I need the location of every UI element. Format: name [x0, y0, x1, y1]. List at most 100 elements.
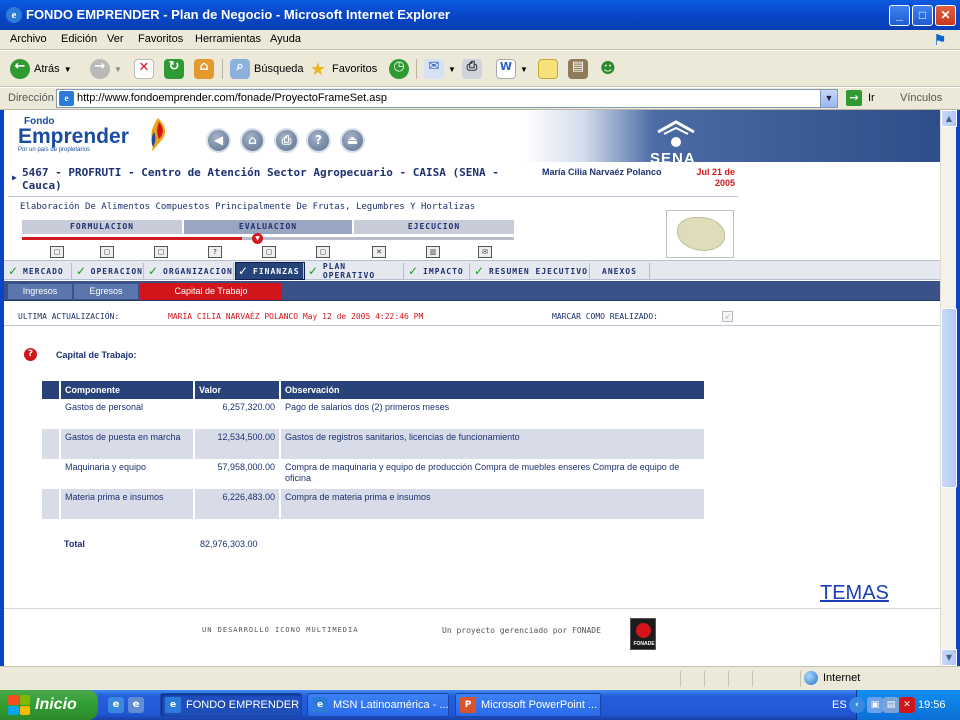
refresh-button[interactable]: ↻ — [164, 58, 184, 80]
tab-anexos[interactable]: ANEXOS — [592, 263, 650, 279]
subtab-capital-de-trabajo[interactable]: Capital de Trabajo — [140, 283, 282, 300]
back-dropdown-icon[interactable]: ▼ — [64, 65, 72, 74]
tab-label: ORGANIZACION — [163, 266, 233, 276]
antivirus-tray-icon[interactable]: ✕ — [899, 697, 915, 713]
favorites-button[interactable]: ★ Favoritos — [308, 58, 377, 80]
menu-ver[interactable]: Ver — [107, 33, 124, 45]
map-shape — [677, 217, 725, 251]
edit-dropdown-icon[interactable]: ▼ — [520, 65, 528, 74]
subtab-egresos[interactable]: Egresos — [74, 284, 138, 299]
forward-dropdown-icon[interactable]: ▼ — [114, 65, 122, 74]
globe-icon — [804, 671, 818, 685]
menu-ayuda[interactable]: Ayuda — [270, 33, 301, 45]
help-tool-icon[interactable]: ? — [208, 246, 222, 258]
check-icon: ✓ — [408, 264, 420, 278]
tab-label: RESUMEN EJECUTIVO — [489, 266, 588, 276]
back-button[interactable]: ← Atrás ▼ — [10, 58, 72, 80]
minimize-button[interactable]: _ — [889, 5, 910, 26]
status-cell — [752, 671, 753, 687]
search-button[interactable]: ⌕ Búsqueda — [230, 58, 304, 80]
tab-plan-operativo[interactable]: ✓ PLAN OPERATIVO — [306, 262, 404, 280]
document-tool-icon[interactable]: ▢ — [316, 246, 330, 258]
back-arrow-icon: ← — [10, 59, 30, 79]
start-button[interactable]: Inicio — [0, 690, 98, 720]
task-label: FONDO EMPRENDER ... — [186, 699, 302, 711]
task-msn[interactable]: e MSN Latinoamérica - ... — [307, 693, 449, 717]
phase-evaluacion[interactable]: EVALUACION — [184, 220, 352, 234]
network-tray-icon[interactable]: ▣ — [867, 697, 883, 713]
scroll-down-icon[interactable]: ▼ — [941, 649, 957, 666]
page-viewport: Fondo Emprender Por un país de propietar… — [4, 110, 940, 666]
tab-resumen-ejecutivo[interactable]: ✓ RESUMEN EJECUTIVO — [472, 263, 590, 279]
tab-operacion[interactable]: ✓ OPERACION — [74, 263, 144, 279]
help-nav-button[interactable]: ? — [306, 128, 331, 153]
address-dropdown-icon[interactable]: ▼ — [820, 90, 837, 107]
camera-tool-icon[interactable]: ▢ — [262, 246, 276, 258]
discuss-button[interactable] — [538, 58, 558, 80]
mercado-tool-icon[interactable]: ▢ — [50, 246, 64, 258]
ie-icon: e — [165, 697, 181, 713]
home-nav-button[interactable]: ⌂ — [240, 128, 265, 153]
temas-link[interactable]: TEMAS — [820, 582, 889, 605]
scroll-thumb[interactable] — [941, 308, 957, 488]
address-input[interactable]: e http://www.fondoemprender.com/fonade/P… — [56, 89, 838, 108]
go-arrow-icon: → — [846, 90, 862, 106]
print-nav-button[interactable]: ⎙ — [274, 128, 299, 153]
fondo-emprender-logo[interactable]: Fondo Emprender Por un país de propietar… — [18, 116, 166, 153]
mail-dropdown-icon[interactable]: ▼ — [448, 65, 456, 74]
language-indicator[interactable]: ES — [832, 699, 847, 711]
task-powerpoint[interactable]: P Microsoft PowerPoint ... — [455, 693, 601, 717]
region-map — [666, 210, 734, 258]
mark-done-checkbox[interactable]: ✓ — [722, 311, 733, 322]
tray-expand-icon[interactable]: ‹ — [849, 697, 865, 713]
mail-tool-icon[interactable]: ✉ — [478, 246, 492, 258]
operacion-tool-icon[interactable]: ▢ — [100, 246, 114, 258]
start-label: Inicio — [35, 696, 77, 713]
links-button[interactable]: Vínculos — [900, 92, 942, 104]
toolbar-separator — [222, 59, 223, 79]
menu-archivo[interactable]: Archivo — [10, 33, 47, 45]
go-button[interactable]: → Ir — [846, 90, 875, 106]
outlook-quicklaunch-icon[interactable]: e — [128, 697, 144, 713]
star-icon: ★ — [309, 59, 327, 80]
phase-formulacion[interactable]: FORMULACION — [22, 220, 182, 234]
display-tray-icon[interactable]: ▤ — [883, 697, 899, 713]
exit-nav-button[interactable]: ⏏ — [340, 128, 365, 153]
powerpoint-icon: P — [460, 697, 476, 713]
mail-button[interactable]: ✉ ▼ — [424, 58, 456, 80]
stop-button[interactable]: ✕ — [134, 58, 154, 80]
research-button[interactable]: ▤ — [568, 58, 588, 80]
stop-icon: ✕ — [134, 59, 154, 79]
ie-quicklaunch-icon[interactable]: e — [108, 697, 124, 713]
messenger-button[interactable]: ☻ — [598, 58, 618, 80]
tab-mercado[interactable]: ✓ MERCADO — [6, 263, 72, 279]
chart-tool-icon[interactable]: ▥ — [426, 246, 440, 258]
tab-impacto[interactable]: ✓ IMPACTO — [406, 263, 470, 279]
phase-ejecucion[interactable]: EJECUCION — [354, 220, 514, 234]
home-button[interactable]: ⌂ — [194, 58, 214, 80]
maximize-button[interactable]: □ — [912, 5, 933, 26]
toolbar-separator — [416, 59, 417, 79]
help-icon[interactable]: ? — [24, 348, 37, 361]
cell-componente: Materia prima e insumos — [60, 489, 195, 519]
tab-organizacion[interactable]: ✓ ORGANIZACION — [146, 263, 234, 279]
organizacion-tool-icon[interactable]: ▢ — [154, 246, 168, 258]
subtab-ingresos[interactable]: Ingresos — [8, 284, 72, 299]
tools-tool-icon[interactable]: ✕ — [372, 246, 386, 258]
sena-logo: SENA — [650, 120, 698, 167]
menu-edicion[interactable]: Edición — [61, 33, 97, 45]
clock: 19:56 — [918, 699, 946, 711]
cell-componente: Maquinaria y equipo — [60, 459, 195, 489]
history-button[interactable]: ◷ — [389, 58, 409, 80]
vertical-scrollbar[interactable]: ▲ ▼ — [940, 110, 957, 666]
edit-button[interactable]: W ▼ — [496, 58, 528, 80]
tab-finanzas[interactable]: ✓ FINANZAS — [235, 262, 305, 280]
print-button[interactable]: ⎙ — [462, 58, 482, 80]
scroll-up-icon[interactable]: ▲ — [941, 110, 957, 127]
menu-favoritos[interactable]: Favoritos — [138, 33, 183, 45]
forward-button[interactable]: → ▼ — [90, 58, 122, 80]
close-button[interactable]: ✕ — [935, 5, 956, 26]
back-nav-button[interactable]: ◀ — [206, 128, 231, 153]
menu-herramientas[interactable]: Herramientas — [195, 33, 261, 45]
task-fondo-emprender[interactable]: e FONDO EMPRENDER ... — [160, 693, 302, 717]
